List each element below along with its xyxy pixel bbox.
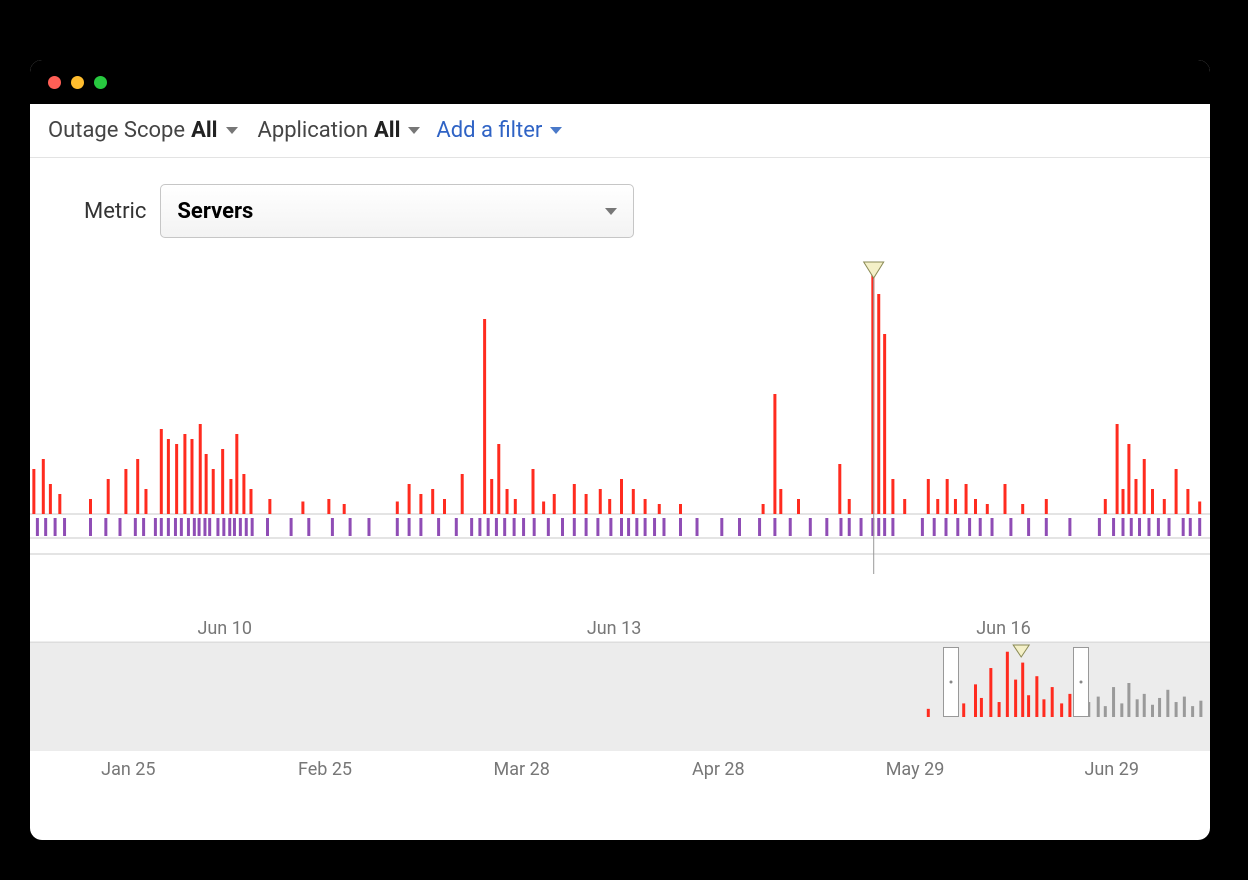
chevron-down-icon bbox=[408, 127, 420, 134]
axis-tick: Jun 16 bbox=[809, 618, 1198, 639]
filter-application[interactable]: Application All bbox=[258, 118, 421, 143]
add-filter-label: Add a filter bbox=[436, 118, 542, 143]
minimize-icon[interactable] bbox=[71, 76, 84, 89]
axis-tick: Jun 13 bbox=[419, 618, 808, 639]
axis-tick: Apr 28 bbox=[620, 759, 817, 780]
axis-tick: May 29 bbox=[817, 759, 1014, 780]
axis-tick: Feb 25 bbox=[227, 759, 424, 780]
main-chart[interactable] bbox=[30, 254, 1210, 604]
metric-row: Metric Servers bbox=[30, 158, 1210, 250]
filter-label: Outage Scope bbox=[48, 118, 185, 143]
filter-label: Application bbox=[258, 118, 368, 143]
chevron-down-icon bbox=[550, 127, 562, 134]
axis-tick: Jan 25 bbox=[30, 759, 227, 780]
filter-value: All bbox=[191, 118, 217, 143]
overview-axis: Jan 25 Feb 25 Mar 28 Apr 28 May 29 Jun 2… bbox=[30, 751, 1210, 780]
chevron-down-icon bbox=[605, 208, 617, 215]
filter-outage-scope[interactable]: Outage Scope All bbox=[48, 118, 238, 143]
close-icon[interactable] bbox=[48, 76, 61, 89]
chevron-down-icon bbox=[226, 127, 238, 134]
metric-select[interactable]: Servers bbox=[160, 184, 634, 238]
brush-handle-left[interactable] bbox=[943, 647, 959, 717]
axis-tick: Jun 29 bbox=[1013, 759, 1210, 780]
add-filter-button[interactable]: Add a filter bbox=[436, 118, 562, 143]
brush-handle-right[interactable] bbox=[1073, 647, 1089, 717]
axis-tick: Jun 10 bbox=[30, 618, 419, 639]
filter-bar: Outage Scope All Application All Add a f… bbox=[30, 104, 1210, 158]
maximize-icon[interactable] bbox=[94, 76, 107, 89]
main-chart-axis: Jun 10 Jun 13 Jun 16 bbox=[30, 604, 1210, 642]
metric-value: Servers bbox=[177, 199, 253, 224]
window-titlebar bbox=[30, 60, 1210, 104]
browser-window: Outage Scope All Application All Add a f… bbox=[30, 60, 1210, 840]
filter-value: All bbox=[374, 118, 400, 143]
metric-label: Metric bbox=[84, 199, 146, 224]
overview-chart[interactable] bbox=[30, 642, 1210, 751]
axis-tick: Mar 28 bbox=[423, 759, 620, 780]
